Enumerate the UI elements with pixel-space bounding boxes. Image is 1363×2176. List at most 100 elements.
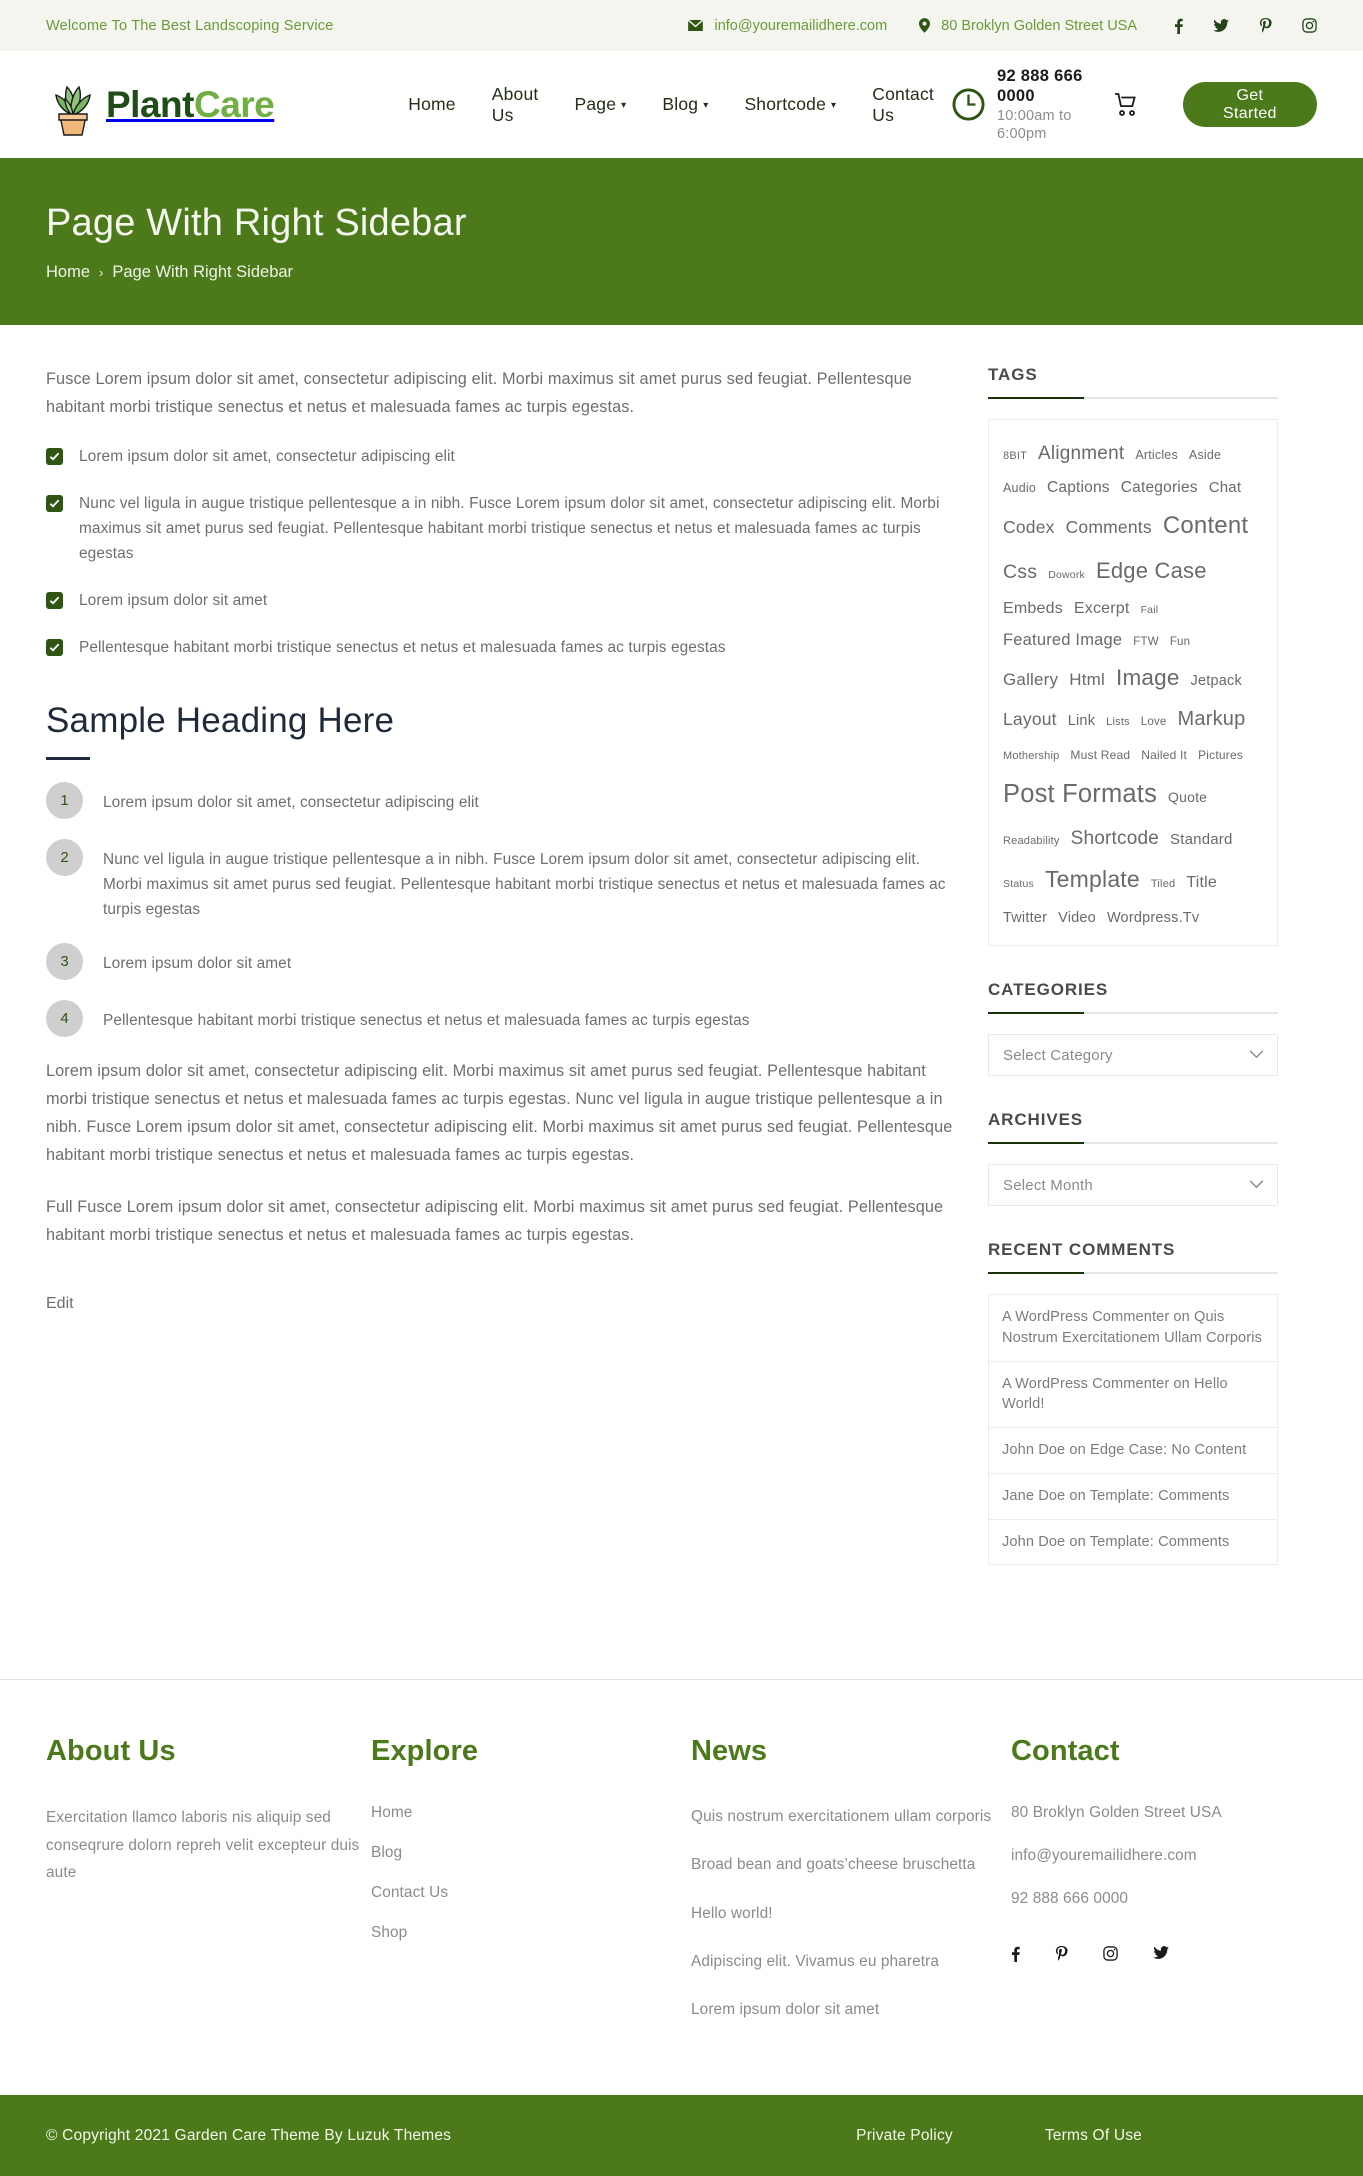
tag-link[interactable]: 8BIT <box>1003 446 1027 467</box>
topbar-address[interactable]: 80 Broklyn Golden Street USA <box>919 18 1137 34</box>
tag-link[interactable]: Title <box>1186 867 1217 898</box>
tag-link[interactable]: Shortcode <box>1071 820 1159 857</box>
twitter-icon[interactable] <box>1153 1946 1169 1962</box>
tag-link[interactable]: Embeds <box>1003 593 1063 624</box>
pinterest-icon[interactable] <box>1055 1946 1068 1962</box>
tag-link[interactable]: Pictures <box>1198 744 1243 767</box>
tag-link[interactable]: Jetpack <box>1191 667 1242 695</box>
tag-link[interactable]: Edge Case <box>1096 550 1207 593</box>
tag-link[interactable]: Comments <box>1066 510 1152 544</box>
tag-link[interactable]: Quote <box>1168 784 1207 811</box>
logo-wordmark: Plant Care <box>106 84 275 126</box>
topbar-email[interactable]: info@youremailidhere.com <box>688 18 887 34</box>
heading-underline <box>46 756 90 760</box>
pinterest-icon[interactable] <box>1259 17 1272 34</box>
topbar-address-text: 80 Broklyn Golden Street USA <box>941 17 1138 34</box>
breadcrumb-home[interactable]: Home <box>46 263 90 282</box>
footer-news-item[interactable]: Quis nostrum exercitationem ullam corpor… <box>691 1808 991 1825</box>
tag-link[interactable]: Video <box>1058 904 1096 932</box>
nav-item-shortcode[interactable]: Shortcode ▾ <box>726 94 854 115</box>
check-icon <box>46 448 63 466</box>
facebook-icon[interactable] <box>1174 18 1183 34</box>
plant-logo-icon <box>46 74 100 136</box>
tag-link[interactable]: Articles <box>1135 443 1178 467</box>
facebook-icon[interactable] <box>1011 1946 1020 1963</box>
tag-link[interactable]: Fail <box>1141 600 1159 620</box>
chevron-down-icon: ▾ <box>621 100 627 111</box>
footer-news-item[interactable]: Broad bean and goats’cheese bruschetta <box>691 1856 975 1873</box>
tag-link[interactable]: Audio <box>1003 476 1036 500</box>
list-item[interactable]: John Doe on Template: Comments <box>989 1520 1277 1566</box>
list-item[interactable]: Jane Doe on Template: Comments <box>989 1474 1277 1520</box>
tag-link[interactable]: Mothership <box>1003 746 1059 767</box>
footer-link-contact-us[interactable]: Contact Us <box>371 1884 448 1901</box>
nav-item-contact-us[interactable]: Contact Us <box>854 84 952 126</box>
tag-link[interactable]: Gallery <box>1003 663 1058 696</box>
footer-link-home[interactable]: Home <box>371 1804 412 1821</box>
list-item: Lorem ipsum dolor sit amet <box>46 589 956 614</box>
instagram-icon[interactable] <box>1103 1946 1118 1962</box>
tag-link[interactable]: Chat <box>1209 473 1242 502</box>
tag-link[interactable]: Tiled <box>1151 874 1175 895</box>
tag-link[interactable]: FTW <box>1133 631 1159 653</box>
topbar-social-list <box>1174 17 1317 34</box>
list-item[interactable]: A WordPress Commenter on Hello World! <box>989 1362 1277 1429</box>
tag-link[interactable]: Standard <box>1170 825 1232 854</box>
nav-item-page[interactable]: Page ▾ <box>556 94 644 115</box>
list-number-badge: 4 <box>46 999 83 1037</box>
tag-link[interactable]: Dowork <box>1048 565 1085 585</box>
tag-link[interactable]: Lists <box>1106 712 1130 733</box>
site-logo[interactable]: Plant Care <box>46 74 275 136</box>
nav-item-home[interactable]: Home <box>390 94 473 115</box>
footer-news-item[interactable]: Hello world! <box>691 1905 773 1922</box>
nav-item-about-us[interactable]: About Us <box>474 84 557 126</box>
tag-link[interactable]: Post Formats <box>1003 770 1157 820</box>
tag-link[interactable]: Html <box>1069 663 1105 696</box>
tag-link[interactable]: Categories <box>1121 473 1198 503</box>
terms-of-use-link[interactable]: Terms Of Use <box>1045 2127 1142 2145</box>
header-phone-number: 92 888 666 0000 <box>996 66 1083 106</box>
get-started-button[interactable]: Get Started <box>1182 82 1317 127</box>
list-item-text: Nunc vel ligula in augue tristique pelle… <box>103 850 946 918</box>
footer-news-item[interactable]: Lorem ipsum dolor sit amet <box>691 2001 879 2018</box>
breadcrumb: Home › Page With Right Sidebar <box>46 263 1317 282</box>
tag-link[interactable]: Excerpt <box>1074 593 1130 624</box>
footer-news-item[interactable]: Adipiscing elit. Vivamus eu pharetra <box>691 1953 939 1970</box>
tag-link[interactable]: Markup <box>1178 700 1246 739</box>
nav-label: Home <box>408 94 456 114</box>
nav-item-blog[interactable]: Blog ▾ <box>644 94 726 115</box>
tag-link[interactable]: Css <box>1003 553 1037 591</box>
tag-link[interactable]: Aside <box>1189 443 1221 467</box>
private-policy-link[interactable]: Private Policy <box>856 2127 953 2145</box>
tag-link[interactable]: Content <box>1163 503 1248 550</box>
tag-link[interactable]: Readability <box>1003 831 1060 852</box>
tag-link[interactable]: Template <box>1045 857 1140 902</box>
tag-link[interactable]: Fun <box>1170 631 1190 653</box>
instagram-icon[interactable] <box>1302 18 1317 33</box>
tag-link[interactable]: Featured Image <box>1003 624 1122 656</box>
tag-link[interactable]: Link <box>1068 707 1095 735</box>
category-select[interactable]: Select Category <box>988 1034 1278 1077</box>
tag-link[interactable]: Wordpress.Tv <box>1107 904 1199 932</box>
tag-link[interactable]: Twitter <box>1003 904 1047 932</box>
list-item[interactable]: John Doe on Edge Case: No Content <box>989 1428 1277 1474</box>
body-paragraph-3: Full Fusce Lorem ipsum dolor sit amet, c… <box>46 1197 944 1244</box>
tag-link[interactable]: Status <box>1003 874 1034 894</box>
footer-link-blog[interactable]: Blog <box>371 1844 402 1861</box>
footer-link-shop[interactable]: Shop <box>371 1924 407 1941</box>
cart-icon[interactable] <box>1114 92 1139 117</box>
tag-link[interactable]: Codex <box>1003 510 1055 544</box>
twitter-icon[interactable] <box>1213 18 1229 33</box>
archive-select[interactable]: Select Month <box>988 1164 1278 1207</box>
edit-link[interactable]: Edit <box>46 1295 74 1313</box>
tag-link[interactable]: Alignment <box>1038 435 1124 472</box>
tag-link[interactable]: Nailed It <box>1141 744 1187 767</box>
list-item[interactable]: A WordPress Commenter on Quis Nostrum Ex… <box>989 1295 1277 1362</box>
tag-link[interactable]: Captions <box>1047 473 1110 503</box>
list-number-badge: 2 <box>46 838 83 876</box>
site-footer: About Us Exercitation llamco laboris nis… <box>0 1680 1363 2095</box>
tag-link[interactable]: Layout <box>1003 702 1057 736</box>
tag-link[interactable]: Love <box>1141 711 1167 733</box>
tag-link[interactable]: Must Read <box>1070 744 1130 767</box>
tag-link[interactable]: Image <box>1116 656 1180 700</box>
